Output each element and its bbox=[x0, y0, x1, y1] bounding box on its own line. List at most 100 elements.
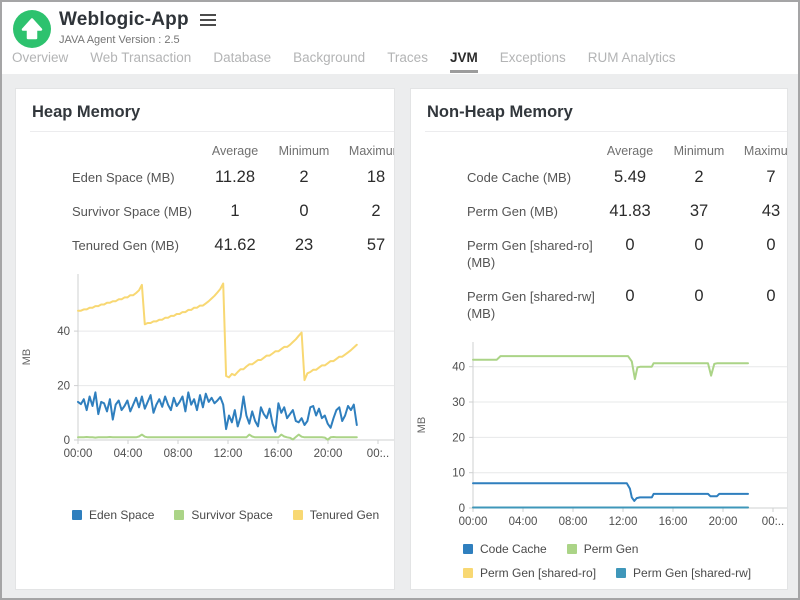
metric-value: 5.49 bbox=[597, 168, 663, 187]
svg-text:00:..: 00:.. bbox=[762, 516, 784, 528]
svg-text:08:00: 08:00 bbox=[559, 516, 588, 528]
metric-value: 0 bbox=[735, 236, 788, 255]
legend-label: Eden Space bbox=[89, 508, 154, 522]
metric-value: 0 bbox=[597, 287, 663, 306]
svg-text:00:00: 00:00 bbox=[64, 448, 93, 460]
metric-label: Tenured Gen (MB) bbox=[72, 236, 202, 255]
column-header: Minimum bbox=[268, 144, 340, 158]
metric-value: 0 bbox=[663, 287, 735, 306]
metric-value: 0 bbox=[663, 236, 735, 255]
tab-rum-analytics[interactable]: RUM Analytics bbox=[588, 50, 676, 70]
tab-traces[interactable]: Traces bbox=[387, 50, 428, 70]
metric-row-eden-space-mb-: Eden Space (MB)11.28218 bbox=[72, 168, 395, 187]
status-up-icon bbox=[13, 10, 51, 48]
legend-label: Tenured Gen bbox=[310, 508, 379, 522]
column-header: Maximum bbox=[340, 144, 395, 158]
metric-value: 2 bbox=[663, 168, 735, 187]
metric-value: 0 bbox=[597, 236, 663, 255]
svg-text:10: 10 bbox=[452, 467, 465, 479]
legend-label: Perm Gen bbox=[584, 542, 639, 556]
non-heap-chart-legend: Code Cache Perm Gen Perm Gen [shared-ro] Pe… bbox=[411, 542, 787, 580]
metric-label: Eden Space (MB) bbox=[72, 168, 202, 187]
heap-metric-table: AverageMinimumMaximum Eden Space (MB)11.2… bbox=[16, 144, 395, 255]
legend-swatch bbox=[293, 510, 303, 520]
metric-value: 11.28 bbox=[202, 168, 268, 187]
svg-text:04:00: 04:00 bbox=[509, 516, 538, 528]
column-header: Minimum bbox=[663, 144, 735, 158]
legend-item-perm-gen-shared-rw-[interactable]: Perm Gen [shared-rw] bbox=[616, 566, 751, 580]
panel-title-non-heap: Non-Heap Memory bbox=[427, 103, 787, 122]
legend-swatch bbox=[567, 544, 577, 554]
metric-value: 1 bbox=[202, 202, 268, 221]
metric-table-header: AverageMinimumMaximum bbox=[467, 144, 788, 158]
agent-version-label: JAVA Agent Version : 2.5 bbox=[59, 34, 218, 46]
column-header: Average bbox=[202, 144, 268, 158]
metric-value: 18 bbox=[340, 168, 395, 187]
tab-web-transaction[interactable]: Web Transaction bbox=[90, 50, 191, 70]
tab-bar: Overview Web Transaction Database Backgroun… bbox=[2, 50, 798, 74]
svg-text:20:00: 20:00 bbox=[709, 516, 738, 528]
svg-text:MB: MB bbox=[21, 349, 33, 366]
metric-label: Perm Gen (MB) bbox=[467, 202, 597, 221]
legend-label: Perm Gen [shared-ro] bbox=[480, 566, 596, 580]
heap-chart-legend: Eden Space Survivor Space Tenured Gen bbox=[16, 508, 394, 522]
heap-memory-chart: 0204000:0004:0008:0012:0016:0020:0000:..… bbox=[16, 270, 395, 470]
tab-background[interactable]: Background bbox=[293, 50, 365, 70]
svg-text:30: 30 bbox=[452, 397, 465, 409]
tab-jvm[interactable]: JVM bbox=[450, 50, 478, 73]
legend-item-perm-gen[interactable]: Perm Gen bbox=[567, 542, 639, 556]
panel-title-heap: Heap Memory bbox=[32, 103, 394, 122]
tab-database[interactable]: Database bbox=[213, 50, 271, 70]
legend-label: Code Cache bbox=[480, 542, 547, 556]
metric-value: 2 bbox=[340, 202, 395, 221]
metric-label: Perm Gen [shared-rw] (MB) bbox=[467, 287, 597, 323]
tab-exceptions[interactable]: Exceptions bbox=[500, 50, 566, 70]
metric-value: 7 bbox=[735, 168, 788, 187]
legend-item-survivor-space[interactable]: Survivor Space bbox=[174, 508, 272, 522]
svg-text:16:00: 16:00 bbox=[659, 516, 688, 528]
metric-label: Code Cache (MB) bbox=[467, 168, 597, 187]
metric-value: 41.62 bbox=[202, 236, 268, 255]
metric-row-perm-gen-mb-: Perm Gen (MB)41.833743 bbox=[467, 202, 788, 221]
metric-value: 43 bbox=[735, 202, 788, 221]
legend-item-code-cache[interactable]: Code Cache bbox=[463, 542, 547, 556]
metric-label: Perm Gen [shared-ro] (MB) bbox=[467, 236, 597, 272]
legend-swatch bbox=[174, 510, 184, 520]
panel-heap-memory: Heap Memory AverageMinimumMaximum Eden Sp… bbox=[15, 88, 395, 590]
metric-value: 37 bbox=[663, 202, 735, 221]
metric-value: 0 bbox=[268, 202, 340, 221]
metric-value: 57 bbox=[340, 236, 395, 255]
metric-value: 23 bbox=[268, 236, 340, 255]
content-area: Heap Memory AverageMinimumMaximumEden Sp… bbox=[2, 74, 798, 598]
title-block: Weblogic-App JAVA Agent Version : 2.5 bbox=[59, 9, 218, 46]
legend-swatch bbox=[463, 568, 473, 578]
non-heap-metric-table: AverageMinimumMaximum Code Cache (MB)5.49… bbox=[411, 144, 788, 323]
metric-value: 2 bbox=[268, 168, 340, 187]
legend-item-perm-gen-shared-ro-[interactable]: Perm Gen [shared-ro] bbox=[463, 566, 596, 580]
legend-label: Survivor Space bbox=[191, 508, 272, 522]
legend-item-tenured-gen[interactable]: Tenured Gen bbox=[293, 508, 379, 522]
legend-item-eden-space[interactable]: Eden Space bbox=[72, 508, 154, 522]
metric-row-survivor-space-mb-: Survivor Space (MB)102 bbox=[72, 202, 395, 221]
tab-overview[interactable]: Overview bbox=[12, 50, 68, 70]
hamburger-menu-icon[interactable] bbox=[198, 9, 218, 31]
metric-row-code-cache-mb-: Code Cache (MB)5.4927 bbox=[467, 168, 788, 187]
svg-text:40: 40 bbox=[452, 361, 465, 373]
svg-text:00:..: 00:.. bbox=[367, 448, 389, 460]
metric-value: 0 bbox=[735, 287, 788, 306]
svg-text:12:00: 12:00 bbox=[609, 516, 638, 528]
svg-text:0: 0 bbox=[459, 503, 465, 515]
legend-swatch bbox=[616, 568, 626, 578]
svg-text:20: 20 bbox=[452, 432, 465, 444]
metric-row-tenured-gen-mb-: Tenured Gen (MB)41.622357 bbox=[72, 236, 395, 255]
svg-text:16:00: 16:00 bbox=[264, 448, 293, 460]
svg-text:20:00: 20:00 bbox=[314, 448, 343, 460]
app-title: Weblogic-App bbox=[59, 9, 189, 31]
legend-swatch bbox=[463, 544, 473, 554]
panel-non-heap-memory: Non-Heap Memory AverageMinimumMaximum Cod… bbox=[410, 88, 788, 590]
svg-text:40: 40 bbox=[57, 326, 70, 338]
app-header: Weblogic-App JAVA Agent Version : 2.5 bbox=[2, 2, 798, 50]
metric-row-perm-gen-shared-ro-mb-: Perm Gen [shared-ro] (MB)000 bbox=[467, 236, 788, 272]
svg-text:0: 0 bbox=[64, 435, 70, 447]
svg-text:MB: MB bbox=[416, 416, 428, 433]
